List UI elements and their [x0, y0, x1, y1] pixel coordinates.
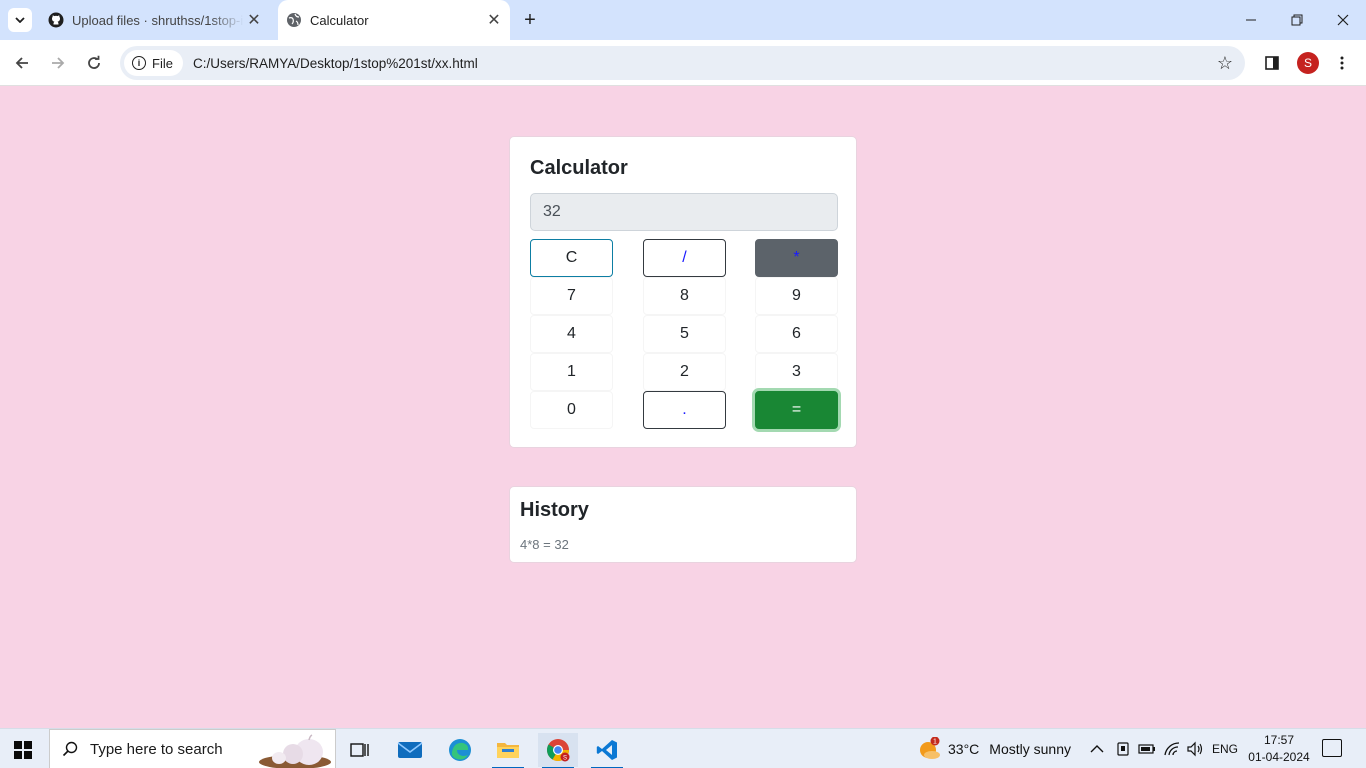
- chrome-icon: S: [547, 739, 570, 762]
- minimize-button[interactable]: [1228, 0, 1274, 40]
- volume-icon[interactable]: [1186, 729, 1204, 768]
- sun-cloud-icon: 1: [920, 737, 940, 759]
- chevron-down-icon: [15, 17, 25, 23]
- search-icon: [62, 741, 78, 757]
- edge-browser-button[interactable]: [440, 733, 480, 767]
- digit-4-button[interactable]: 4: [530, 315, 613, 353]
- windows-start-icon[interactable]: [14, 741, 32, 759]
- close-window-button[interactable]: [1320, 0, 1366, 40]
- new-tab-button[interactable]: +: [518, 8, 542, 32]
- digit-9-button[interactable]: 9: [755, 277, 838, 315]
- close-tab-icon[interactable]: ✕: [244, 10, 264, 30]
- task-view-icon: [350, 743, 369, 757]
- digit-6-button[interactable]: 6: [755, 315, 838, 353]
- github-icon: [48, 12, 64, 28]
- meet-now-icon[interactable]: [1115, 729, 1131, 768]
- info-icon: i: [132, 56, 146, 70]
- profile-avatar[interactable]: S: [1297, 52, 1319, 74]
- digit-2-button[interactable]: 2: [643, 353, 726, 391]
- windows-taskbar: Type here to search S 1 33°C Mostly sunn…: [0, 728, 1366, 768]
- close-tab-icon[interactable]: ✕: [484, 10, 504, 30]
- restore-button[interactable]: [1274, 0, 1320, 40]
- file-explorer-button[interactable]: [488, 733, 528, 768]
- digit-7-button[interactable]: 7: [530, 277, 613, 315]
- mail-app-button[interactable]: [390, 733, 430, 767]
- wifi-icon[interactable]: [1163, 729, 1181, 768]
- notification-center-icon[interactable]: [1322, 739, 1342, 757]
- bookmark-star-icon[interactable]: ☆: [1217, 53, 1233, 74]
- calculator-card: Calculator 32 C / * 7 8 9 4 5 6 1 2 3 0 …: [509, 136, 857, 448]
- battery-icon[interactable]: [1138, 729, 1156, 768]
- address-bar[interactable]: i File C:/Users/RAMYA/Desktop/1stop%201s…: [120, 46, 1245, 80]
- svg-text:S: S: [563, 756, 567, 762]
- divide-button[interactable]: /: [643, 239, 726, 277]
- more-vertical-icon: [1340, 56, 1344, 70]
- arrow-right-icon: [52, 57, 65, 69]
- side-panel-icon: [1265, 56, 1279, 70]
- clock-time: 17:57: [1263, 733, 1295, 747]
- folder-icon: [497, 743, 519, 758]
- history-entry: 4*8 = 32: [520, 537, 569, 552]
- minimize-icon: [1246, 19, 1256, 21]
- history-card: History 4*8 = 32: [509, 486, 857, 563]
- search-placeholder: Type here to search: [90, 740, 223, 758]
- vscode-icon: [596, 740, 617, 760]
- chrome-button[interactable]: S: [538, 733, 578, 768]
- history-title: History: [520, 499, 589, 521]
- tab-title: Upload files · shruthss/1stop-in: [72, 12, 244, 28]
- side-panel-button[interactable]: [1256, 47, 1288, 79]
- system-clock[interactable]: 17:57 01-04-2024: [1248, 732, 1310, 766]
- reload-icon: [88, 55, 100, 69]
- chevron-up-icon: [1090, 745, 1104, 753]
- site-info-label: File: [152, 55, 173, 71]
- tab-calculator[interactable]: Calculator ✕: [278, 0, 510, 40]
- browser-toolbar: i File C:/Users/RAMYA/Desktop/1stop%201s…: [0, 40, 1366, 86]
- digit-1-button[interactable]: 1: [530, 353, 613, 391]
- browser-menu-button[interactable]: [1326, 47, 1358, 79]
- clear-button[interactable]: C: [530, 239, 613, 277]
- garlic-illustration-icon: [259, 734, 331, 768]
- tab-search-button[interactable]: [8, 8, 32, 32]
- task-view-button[interactable]: [340, 733, 380, 767]
- vscode-button[interactable]: [587, 733, 627, 768]
- multiply-button[interactable]: *: [755, 239, 838, 277]
- digit-5-button[interactable]: 5: [643, 315, 726, 353]
- site-info-chip[interactable]: i File: [124, 50, 183, 76]
- language-indicator[interactable]: ENG: [1212, 729, 1238, 768]
- weather-temperature: 33°C: [948, 741, 980, 757]
- calculator-display: 32: [530, 193, 838, 231]
- arrow-left-icon: [15, 57, 28, 69]
- digit-3-button[interactable]: 3: [755, 353, 838, 391]
- tab-title: Calculator: [310, 12, 369, 28]
- weather-description: Mostly sunny: [989, 741, 1071, 757]
- plus-icon: +: [524, 8, 536, 31]
- calculator-title: Calculator: [530, 157, 628, 179]
- tab-github-upload[interactable]: Upload files · shruthss/1stop-in ✕: [40, 0, 270, 40]
- digit-8-button[interactable]: 8: [643, 277, 726, 315]
- clock-date: 01-04-2024: [1248, 750, 1310, 764]
- weather-widget[interactable]: 1 33°C Mostly sunny: [918, 729, 1071, 768]
- forward-button[interactable]: [42, 47, 74, 79]
- digit-0-button[interactable]: 0: [530, 391, 613, 429]
- url-text[interactable]: C:/Users/RAMYA/Desktop/1stop%201st/xx.ht…: [193, 56, 478, 71]
- equals-button[interactable]: =: [755, 391, 838, 429]
- taskbar-search-box[interactable]: Type here to search: [49, 729, 336, 768]
- svg-text:1: 1: [933, 739, 937, 746]
- show-hidden-icons-button[interactable]: [1090, 729, 1104, 768]
- restore-icon: [1291, 14, 1303, 26]
- reload-button[interactable]: [78, 47, 110, 79]
- mail-icon: [397, 742, 423, 758]
- back-button[interactable]: [6, 47, 38, 79]
- edge-icon: [449, 739, 471, 761]
- close-icon: [1337, 14, 1349, 26]
- globe-icon: [286, 12, 302, 28]
- decimal-button[interactable]: .: [643, 391, 726, 429]
- browser-tab-strip: Upload files · shruthss/1stop-in ✕ Calcu…: [0, 0, 1366, 40]
